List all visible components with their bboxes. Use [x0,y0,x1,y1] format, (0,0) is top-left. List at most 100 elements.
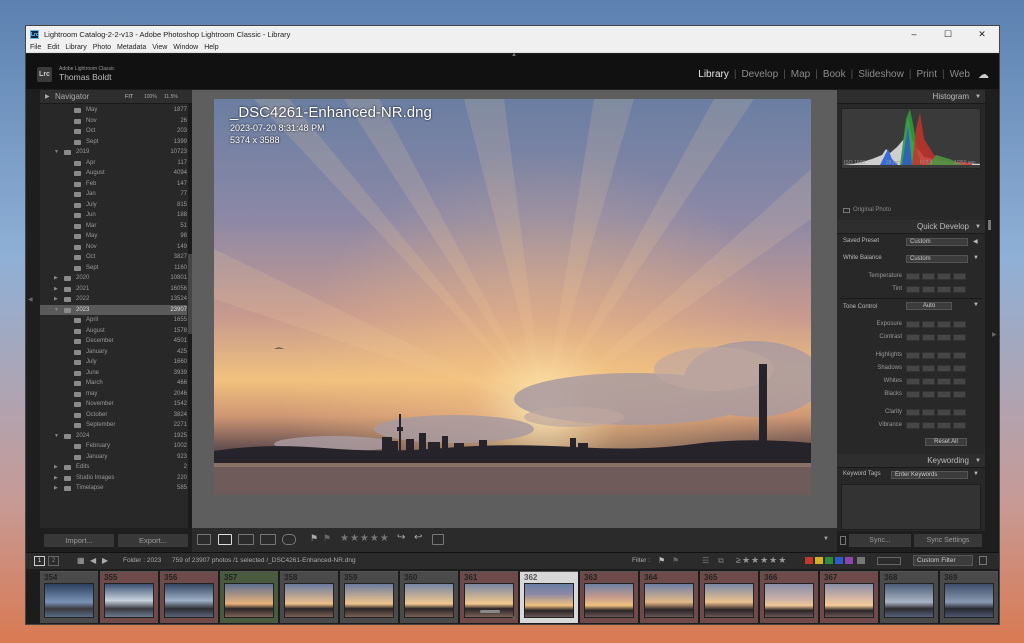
vibrance-stepper[interactable] [906,422,966,429]
crop-overlay-icon[interactable] [432,534,444,545]
folder-row[interactable]: Jan 77 [40,189,187,200]
folder-row[interactable]: Jun 188 [40,210,187,221]
back-arrow-icon[interactable]: ◀ [90,556,96,565]
module-slideshow[interactable]: Slideshow [858,69,904,80]
forward-arrow-icon[interactable]: ▶ [102,556,108,565]
folder-row[interactable]: August 4094 [40,168,187,179]
auto-tone-button[interactable]: Auto [906,302,952,310]
temperature-stepper[interactable] [906,273,966,280]
rotate-right-icon[interactable]: ↩ [414,532,422,543]
disclosure-triangle-icon[interactable]: ▼ [54,431,59,442]
folder-row[interactable]: may 2046 [40,389,187,400]
filmstrip-thumbnail[interactable]: 361 [460,571,518,623]
folder-row[interactable]: Nov 26 [40,116,187,127]
contrast-stepper[interactable] [906,334,966,341]
shadows-stepper[interactable] [906,365,966,372]
module-map[interactable]: Map [791,69,810,80]
right-collapse-icon[interactable]: ▶ [992,331,997,338]
collapse-bottom-icon[interactable]: ▼ [511,616,517,622]
filter-blue-label[interactable] [835,557,843,564]
blacks-stepper[interactable] [906,391,966,398]
disclosure-triangle-icon[interactable]: ▶ [54,284,58,295]
filter-copy-icon[interactable]: ⧉ [718,556,724,566]
sync-settings-button[interactable]: Sync Settings [914,534,982,547]
filter-lock-icon[interactable] [979,556,987,565]
filter-gray-label[interactable] [857,557,865,564]
folder-row[interactable]: Mar 51 [40,221,187,232]
disclosure-triangle-icon[interactable]: ▼ [54,305,59,316]
filmstrip-thumbnail[interactable]: 354 [40,571,98,623]
menu-view[interactable]: View [152,44,167,51]
filmstrip-thumbnail[interactable]: 363 [580,571,638,623]
folder-row[interactable]: May 98 [40,231,187,242]
filmstrip-thumbnail[interactable]: 369 [940,571,998,623]
folder-row[interactable]: July 815 [40,200,187,211]
loupe-view-icon[interactable] [218,534,232,545]
folder-row[interactable]: December 4501 [40,336,187,347]
disclosure-triangle-icon[interactable]: ▼ [54,147,59,158]
folder-row[interactable]: ▶ 2020 10801 [40,273,187,284]
module-print[interactable]: Print [916,69,937,80]
close-icon[interactable]: ✕ [965,26,999,42]
saved-preset-select[interactable]: Custom [906,238,968,246]
quick-develop-header[interactable]: Quick Develop ▼ [837,220,985,234]
filmstrip-thumbnail[interactable]: 359 [340,571,398,623]
compare-view-icon[interactable] [238,534,254,545]
folder-row[interactable]: January 425 [40,347,187,358]
zoom-ratio[interactable]: 11.5% [164,90,178,104]
exposure-stepper[interactable] [906,321,966,328]
folder-row[interactable]: ▼ 2024 1925 [40,431,187,442]
folder-row[interactable]: June 3939 [40,368,187,379]
zoom-fit[interactable]: FIT [125,90,133,104]
filmstrip-thumbnail[interactable]: 365 [700,571,758,623]
menu-photo[interactable]: Photo [93,44,111,51]
whites-stepper[interactable] [906,378,966,385]
collapse-top-icon[interactable]: ▲ [511,52,517,58]
folder-row[interactable]: November 1542 [40,399,187,410]
left-collapse-icon[interactable]: ◀ [28,296,33,303]
folder-row[interactable]: Apr 117 [40,158,187,169]
navigator-header[interactable]: ▶ Navigator FIT 100% 11.5% [40,90,192,104]
grid-view-icon[interactable] [197,534,211,545]
filter-kind-buttons[interactable] [877,557,901,565]
folder-row[interactable]: ▼ 2023 23907 [40,304,187,316]
filmstrip-thumbnail[interactable]: 366 [760,571,818,623]
folder-row[interactable]: July 1660 [40,357,187,368]
flag-icon[interactable]: ⚑ [310,533,318,544]
filmstrip-thumbnail[interactable]: 355 [100,571,158,623]
minimize-icon[interactable]: – [897,26,931,42]
toolbar-menu-icon[interactable]: ▼ [823,536,829,542]
folder-row[interactable]: September 2271 [40,420,187,431]
filmstrip-scrollbar[interactable] [480,610,500,613]
module-library[interactable]: Library [698,69,729,80]
folder-row[interactable]: Sept 1160 [40,263,187,274]
folder-row[interactable]: Nov 149 [40,242,187,253]
module-book[interactable]: Book [823,69,846,80]
export-button[interactable]: Export... [118,534,188,547]
folder-row[interactable]: August 1578 [40,326,187,337]
keyword-arrow-icon[interactable]: ▼ [973,471,979,477]
filter-red-label[interactable] [805,557,813,564]
page-1-button[interactable]: 1 [34,556,45,566]
people-view-icon[interactable] [282,534,296,545]
histogram-header[interactable]: Histogram ▼ [837,90,985,104]
filmstrip-thumbnail[interactable]: 356 [160,571,218,623]
folder-row[interactable]: Sept 1399 [40,137,187,148]
folder-row[interactable]: May 1877 [40,105,187,116]
module-develop[interactable]: Develop [741,69,778,80]
folder-row[interactable]: Oct 3827 [40,252,187,263]
folder-row[interactable]: ▶ 2021 16056 [40,284,187,295]
filter-purple-label[interactable] [845,557,853,564]
menu-edit[interactable]: Edit [47,44,59,51]
module-web[interactable]: Web [950,69,970,80]
folder-row[interactable]: ▼ 2019 10723 [40,147,187,158]
filter-yellow-label[interactable] [815,557,823,564]
folder-row[interactable]: ▶ Studio Images 220 [40,473,187,484]
disclosure-triangle-icon[interactable]: ▶ [54,483,58,494]
star-rating[interactable]: ★★★★★ [340,533,390,544]
filmstrip-thumbnail[interactable]: 367 [820,571,878,623]
right-panel-scrollbar[interactable] [988,220,991,230]
tone-control-arrow-icon[interactable]: ▼ [973,302,979,308]
custom-filter-select[interactable]: Custom Filter [913,555,973,566]
folder-row[interactable]: October 3824 [40,410,187,421]
